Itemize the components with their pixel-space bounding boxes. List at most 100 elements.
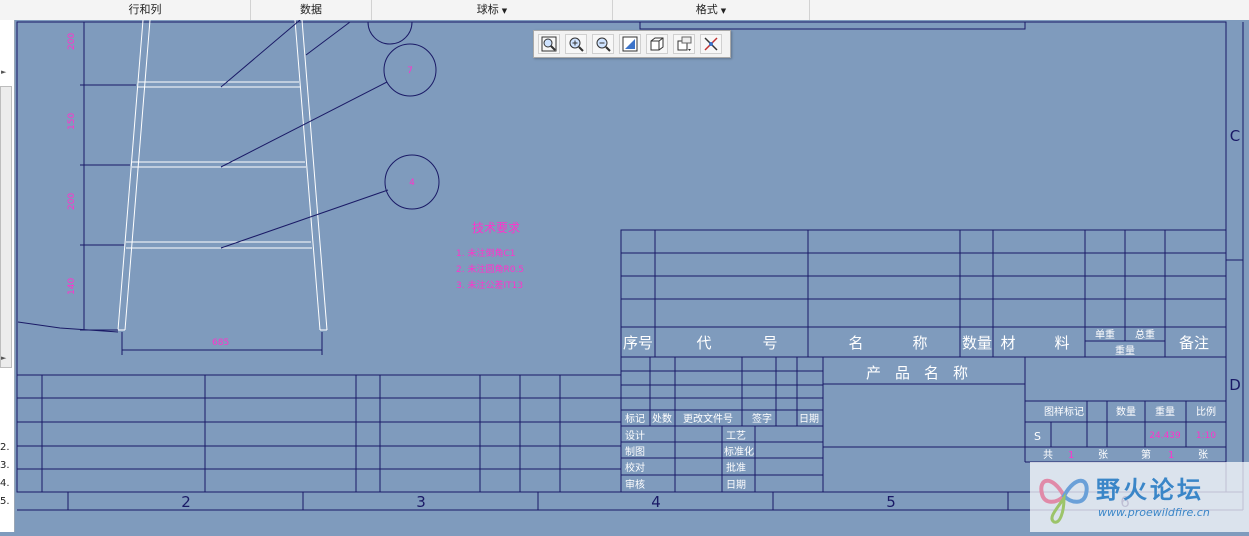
zone-column-label: 4 bbox=[651, 493, 661, 511]
drawing-canvas[interactable]: 200 150 200 140 685 7 4 技术要求 1. 未注倒角C1 2… bbox=[15, 19, 1249, 532]
bom-seq-label: 序号 bbox=[623, 334, 653, 352]
rev-header: 签字 bbox=[752, 412, 772, 425]
zone-row-label: C bbox=[1230, 127, 1240, 145]
role-label: 日期 bbox=[726, 479, 746, 491]
ribbon-group-data[interactable]: 数据 bbox=[251, 0, 372, 20]
notes-line: 1. 未注倒角C1 bbox=[456, 247, 515, 259]
sheets-total-prefix: 共 bbox=[1043, 449, 1053, 461]
sheets-unit: 张 bbox=[1098, 449, 1108, 461]
role-label: 批准 bbox=[726, 461, 746, 474]
bom-material-label: 材 bbox=[1000, 334, 1015, 352]
role-label: 标准化 bbox=[724, 445, 754, 458]
refit-icon bbox=[541, 36, 557, 52]
notes-line: 3. 未注公差IT13 bbox=[456, 279, 523, 291]
datum-display-button[interactable] bbox=[700, 34, 722, 54]
rev-header: 日期 bbox=[799, 413, 819, 425]
vertical-dimension: 200 bbox=[67, 193, 77, 210]
weight-value: 24.439 bbox=[1149, 431, 1181, 441]
butterfly-logo-icon bbox=[1039, 478, 1089, 524]
bom-total-weight-label: 总重 bbox=[1135, 328, 1155, 341]
bom-name-label: 名 bbox=[848, 334, 863, 352]
ladder-geometry bbox=[117, 19, 328, 331]
notes-line: 2. 未注圆角R0.5 bbox=[456, 263, 524, 275]
stage-header-texts: 图样标记 数量 重量 比例 bbox=[1044, 405, 1216, 418]
line-number: 4. bbox=[0, 478, 10, 489]
line-number: 5. bbox=[0, 496, 10, 507]
chevron-right-icon[interactable]: ► bbox=[1, 354, 6, 362]
saved-view-icon bbox=[677, 36, 692, 51]
rev-header: 处数 bbox=[652, 412, 672, 425]
line-number: 3. bbox=[0, 460, 10, 471]
sheet-no-prefix: 第 bbox=[1141, 448, 1151, 461]
zoom-out-icon bbox=[596, 37, 611, 52]
border-zone-labels: 2 3 4 5 6 C D bbox=[181, 127, 1241, 511]
stage-header: 图样标记 bbox=[1044, 405, 1084, 418]
bom-weight-label: 重量 bbox=[1115, 344, 1135, 357]
chevron-right-icon[interactable]: ► bbox=[1, 68, 6, 76]
left-panel-scrollbar[interactable] bbox=[0, 86, 12, 368]
stage-mark: S bbox=[1034, 430, 1041, 443]
stage-header: 比例 bbox=[1196, 405, 1216, 418]
stage-header: 数量 bbox=[1116, 405, 1136, 418]
saved-views-button[interactable] bbox=[673, 34, 695, 54]
product-name-label: 产品名称 bbox=[866, 364, 982, 382]
role-label: 工艺 bbox=[726, 430, 746, 442]
zoom-in-icon bbox=[569, 37, 584, 52]
sheet-no-value: 1 bbox=[1168, 450, 1174, 461]
zoom-in-button[interactable] bbox=[565, 34, 587, 54]
bom-code-label: 代 bbox=[696, 334, 711, 352]
ribbon-group-format[interactable]: 格式 ▼ bbox=[613, 0, 810, 20]
ribbon-group-label: 格式 bbox=[695, 3, 718, 16]
revision-header-texts: 标记 处数 更改文件号 签字 日期 bbox=[625, 412, 819, 425]
sheets-total-value: 1 bbox=[1068, 450, 1074, 461]
role-label: 设计 bbox=[625, 429, 645, 442]
repaint-icon bbox=[622, 36, 638, 52]
bom-rows bbox=[620, 229, 1227, 328]
display-style-button[interactable] bbox=[646, 34, 668, 54]
vertical-dimension: 140 bbox=[67, 278, 77, 295]
watermark-text: 野火论坛 bbox=[1096, 476, 1204, 504]
ribbon-group-label: 球标 bbox=[476, 3, 499, 16]
vertical-dimension: 150 bbox=[67, 113, 77, 130]
bom-qty-label: 数量 bbox=[962, 334, 992, 352]
zoom-out-button[interactable] bbox=[592, 34, 614, 54]
watermark-url: www.proewildfire.cn bbox=[1098, 506, 1210, 519]
ribbon-group-rows-columns[interactable]: 行和列 bbox=[40, 0, 251, 20]
ribbon-group-balloons[interactable]: 球标 ▼ bbox=[372, 0, 613, 20]
bom-code-label: 号 bbox=[762, 334, 777, 352]
chevron-down-icon: ▼ bbox=[720, 7, 727, 15]
dimension-texts: 200 150 200 140 685 bbox=[67, 33, 229, 348]
dimension-lines bbox=[17, 19, 440, 355]
scale-value: 1:10 bbox=[1196, 431, 1216, 441]
left-panel: ► ► 2. 3. 4. 5. bbox=[0, 20, 15, 532]
stage-header: 重量 bbox=[1155, 405, 1175, 418]
notes-title: 技术要求 bbox=[472, 221, 520, 235]
bom-remark-label: 备注 bbox=[1179, 334, 1209, 352]
zone-row-label: D bbox=[1229, 376, 1241, 394]
zone-column-label: 5 bbox=[886, 493, 896, 511]
datum-display-icon bbox=[704, 37, 718, 51]
rev-header: 标记 bbox=[625, 413, 645, 425]
line-number: 2. bbox=[0, 442, 10, 453]
refit-button[interactable] bbox=[538, 34, 560, 54]
balloon-number: 4 bbox=[409, 178, 415, 188]
sheet-count-texts: 共 1 张 第 1 张 bbox=[1043, 448, 1208, 461]
ribbon-group-bar: 行和列 数据 球标 ▼ 格式 ▼ bbox=[0, 0, 1249, 21]
repaint-button[interactable] bbox=[619, 34, 641, 54]
zone-column-label: 3 bbox=[416, 493, 426, 511]
role-label: 制图 bbox=[625, 445, 645, 458]
bom-material-label: 料 bbox=[1054, 334, 1069, 352]
bom-name-label: 称 bbox=[912, 334, 927, 352]
vertical-dimension: 200 bbox=[67, 33, 77, 50]
ribbon-group-label: 数据 bbox=[300, 3, 322, 16]
rev-header: 更改文件号 bbox=[683, 412, 733, 425]
sheet-unit: 张 bbox=[1198, 449, 1208, 461]
zone-column-label: 2 bbox=[181, 493, 191, 511]
ribbon-group-label: 行和列 bbox=[128, 3, 162, 16]
horizontal-dimension: 685 bbox=[212, 338, 229, 348]
forum-watermark: 野火论坛 www.proewildfire.cn bbox=[1030, 462, 1249, 532]
revision-table bbox=[16, 374, 622, 493]
display-style-icon bbox=[650, 37, 664, 51]
bom-unit-weight-label: 单重 bbox=[1095, 328, 1115, 341]
drawing-sheet: 200 150 200 140 685 7 4 技术要求 1. 未注倒角C1 2… bbox=[16, 19, 1244, 511]
